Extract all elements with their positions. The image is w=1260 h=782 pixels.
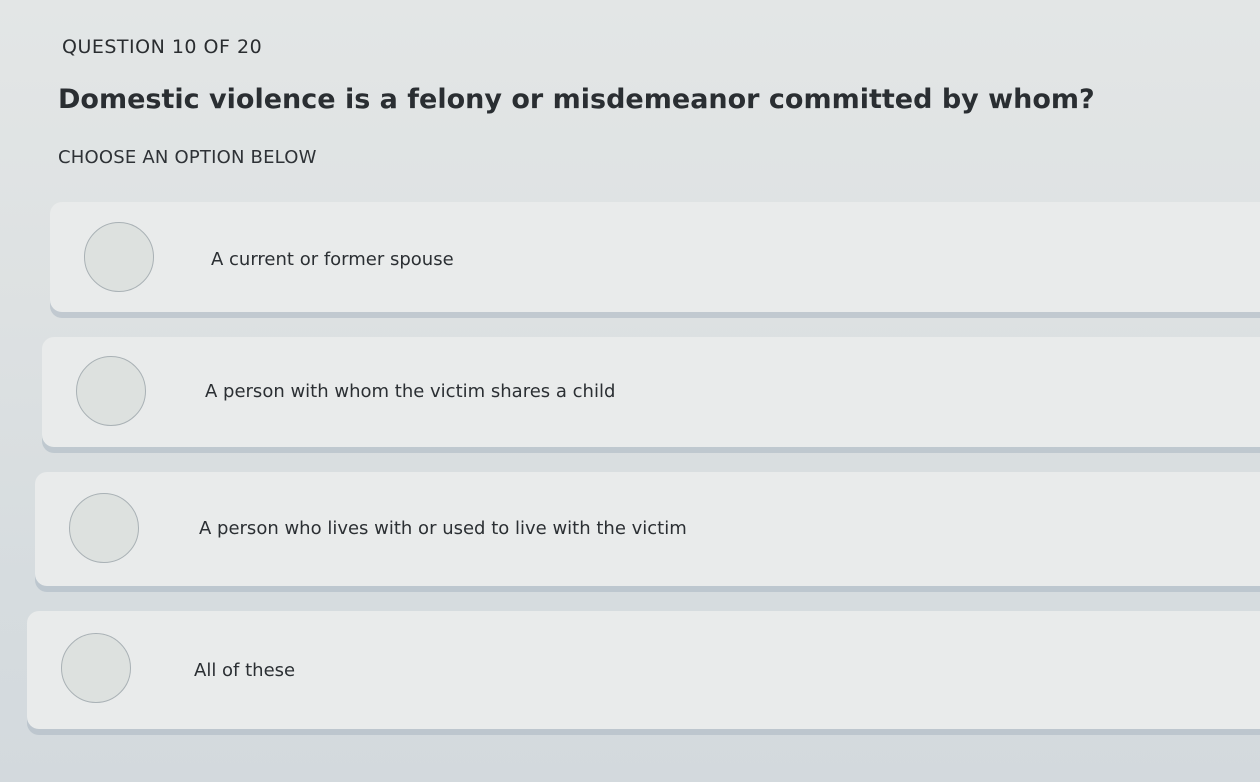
answer-option-1[interactable]: A current or former spouse [50,202,1260,312]
answer-option-3[interactable]: A person who lives with or used to live … [35,472,1260,586]
answer-option-4[interactable]: All of these [27,611,1260,729]
answer-option-label: A current or former spouse [211,249,454,270]
answer-option-label: All of these [194,660,296,681]
radio-button[interactable] [69,493,139,563]
radio-button[interactable] [61,633,131,703]
question-text: Domestic violence is a felony or misdeme… [58,84,1095,115]
question-counter: QUESTION 10 OF 20 [62,36,263,58]
instruction-label: CHOOSE AN OPTION BELOW [58,147,317,168]
radio-button[interactable] [84,222,154,292]
radio-button[interactable] [76,356,146,426]
answer-option-2[interactable]: A person with whom the victim shares a c… [42,337,1260,447]
answer-option-label: A person with whom the victim shares a c… [205,381,616,402]
answer-option-label: A person who lives with or used to live … [199,518,687,539]
